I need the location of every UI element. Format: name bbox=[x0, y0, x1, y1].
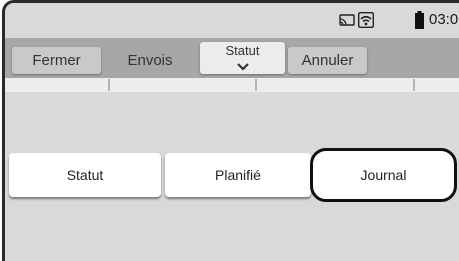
list-header-strip bbox=[5, 78, 459, 92]
status-view-button[interactable]: Statut bbox=[9, 153, 161, 197]
column-divider bbox=[413, 79, 415, 91]
status-clock: 03:01 bbox=[429, 11, 459, 28]
chevron-down-icon bbox=[200, 59, 285, 74]
status-bar: 03:01 bbox=[5, 3, 459, 38]
wifi-icon bbox=[357, 11, 375, 33]
status-dropdown-label: Statut bbox=[225, 43, 260, 58]
log-view-button[interactable]: Journal bbox=[310, 148, 457, 202]
scheduled-view-button[interactable]: Planifié bbox=[165, 153, 311, 197]
view-selector-panel: Statut Planifié Journal bbox=[5, 92, 459, 261]
battery-icon bbox=[415, 11, 424, 34]
toolbar: Fermer Envois Statut Annuler bbox=[5, 38, 459, 78]
close-button[interactable]: Fermer bbox=[12, 47, 101, 74]
column-divider bbox=[108, 79, 110, 91]
cast-icon bbox=[339, 14, 355, 32]
status-dropdown-button[interactable]: Statut bbox=[200, 42, 285, 74]
cancel-button[interactable]: Annuler bbox=[288, 47, 367, 74]
device-screen: 03:01 Fermer Envois Statut Annuler Statu… bbox=[2, 0, 459, 261]
column-divider bbox=[255, 79, 257, 91]
sent-button[interactable]: Envois bbox=[103, 47, 197, 74]
